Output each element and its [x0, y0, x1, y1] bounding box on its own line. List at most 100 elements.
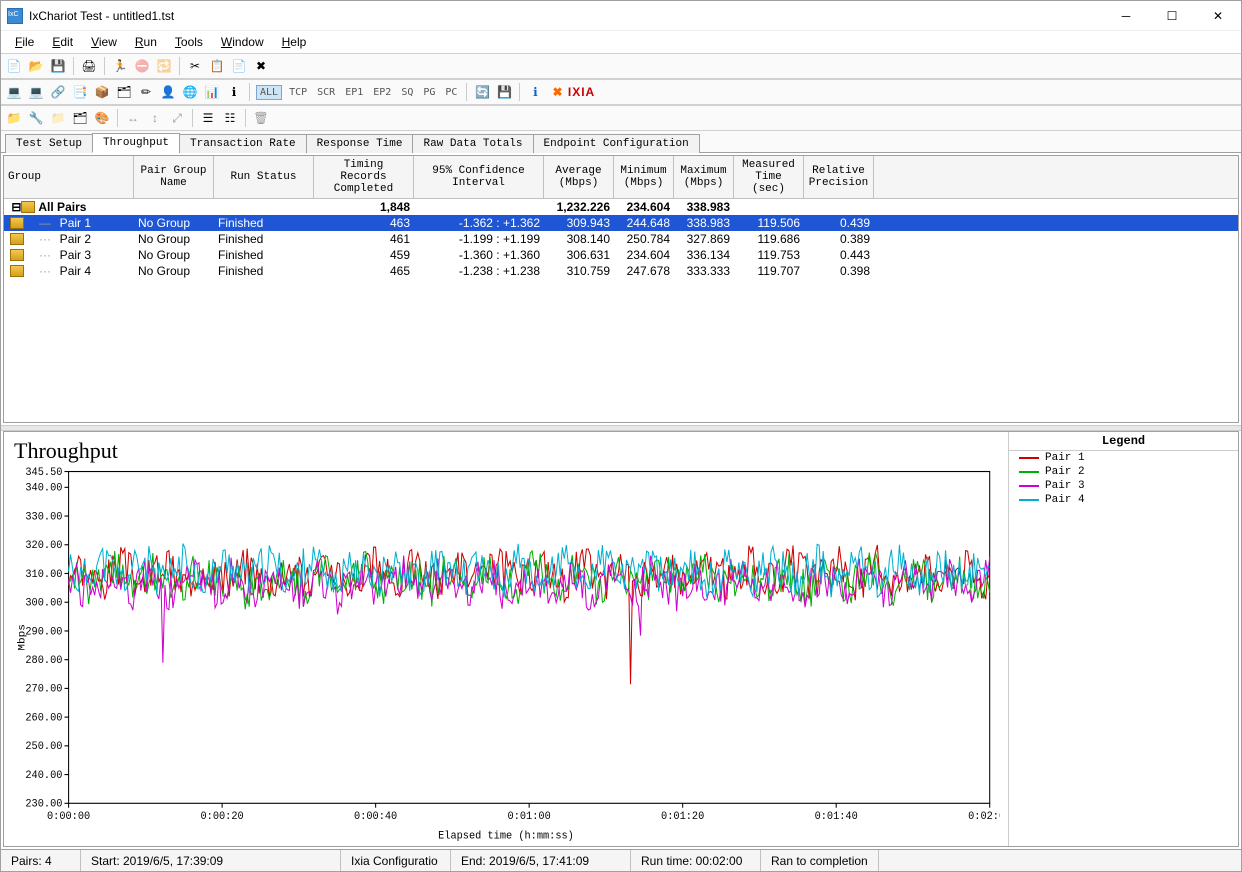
tb3-6-icon[interactable]: ↔: [124, 109, 142, 127]
col-measured-time[interactable]: Measured Time (sec): [734, 156, 804, 198]
close-button[interactable]: ✕: [1195, 1, 1241, 31]
filter-ep1[interactable]: EP1: [342, 86, 366, 99]
menu-window[interactable]: Window: [213, 33, 272, 51]
tb3-2-icon[interactable]: 🔧: [27, 109, 45, 127]
menu-view[interactable]: View: [83, 33, 125, 51]
content-tabs: Test Setup Throughput Transaction Rate R…: [1, 131, 1241, 153]
col-confidence[interactable]: 95% Confidence Interval: [414, 156, 544, 198]
menu-file[interactable]: File: [7, 33, 42, 51]
col-average[interactable]: Average (Mbps): [544, 156, 614, 198]
menu-run[interactable]: Run: [127, 33, 165, 51]
stop-icon[interactable]: ⛔: [133, 57, 151, 75]
table-row[interactable]: ··· Pair 3No GroupFinished459-1.360 : +1…: [4, 247, 1238, 263]
info-icon[interactable]: ℹ: [225, 83, 243, 101]
chart-title: Throughput: [14, 438, 1000, 464]
cut-icon[interactable]: ✂: [186, 57, 204, 75]
refresh-icon[interactable]: 🔄: [473, 83, 491, 101]
col-group[interactable]: Group: [4, 156, 134, 198]
grid-body[interactable]: ⊟ All Pairs1,8481,232.226234.604338.983 …: [4, 199, 1238, 422]
delete-icon[interactable]: ✖: [252, 57, 270, 75]
tb3-9-icon[interactable]: ☰: [199, 109, 217, 127]
copy-icon[interactable]: 📋: [208, 57, 226, 75]
user-icon[interactable]: 👤: [159, 83, 177, 101]
tb3-3-icon[interactable]: 📁: [49, 109, 67, 127]
tab-response-time[interactable]: Response Time: [306, 134, 414, 153]
svg-text:0:01:00: 0:01:00: [508, 810, 551, 822]
legend-panel: Legend Pair 1Pair 2Pair 3Pair 4: [1008, 432, 1238, 846]
legend-item[interactable]: Pair 3: [1009, 479, 1238, 493]
menu-edit[interactable]: Edit: [44, 33, 81, 51]
svg-text:310.00: 310.00: [25, 569, 62, 581]
table-row[interactable]: ··· Pair 2No GroupFinished461-1.199 : +1…: [4, 231, 1238, 247]
tb3-11-icon[interactable]: 🗑: [252, 109, 270, 127]
multi-icon[interactable]: 🗂: [115, 83, 133, 101]
help-icon[interactable]: ℹ: [526, 83, 544, 101]
tab-endpoint-config[interactable]: Endpoint Configuration: [533, 134, 700, 153]
new-icon[interactable]: 📄: [5, 57, 23, 75]
tb3-7-icon[interactable]: ↕: [146, 109, 164, 127]
script-icon[interactable]: 📑: [71, 83, 89, 101]
tab-transaction-rate[interactable]: Transaction Rate: [179, 134, 307, 153]
paste-icon[interactable]: 📄: [230, 57, 248, 75]
svg-text:0:00:00: 0:00:00: [47, 810, 90, 822]
menu-tools[interactable]: Tools: [167, 33, 211, 51]
col-timing-records[interactable]: Timing Records Completed: [314, 156, 414, 198]
tb3-4-icon[interactable]: 🗂: [71, 109, 89, 127]
app-icon: [7, 8, 23, 24]
throughput-chart[interactable]: 230.00240.00250.00260.00270.00280.00290.…: [12, 466, 1000, 842]
net-icon[interactable]: 🌐: [181, 83, 199, 101]
col-maximum[interactable]: Maximum (Mbps): [674, 156, 734, 198]
svg-text:Elapsed time (h:mm:ss): Elapsed time (h:mm:ss): [438, 830, 574, 842]
svg-text:330.00: 330.00: [25, 511, 62, 523]
filter-pg[interactable]: PG: [420, 86, 438, 99]
open-icon[interactable]: 📂: [27, 57, 45, 75]
table-row[interactable]: — Pair 1No GroupFinished463-1.362 : +1.3…: [4, 215, 1238, 231]
menubar: File Edit View Run Tools Window Help: [1, 31, 1241, 53]
endpoint1-icon[interactable]: 💻: [5, 83, 23, 101]
tb3-5-icon[interactable]: 🎨: [93, 109, 111, 127]
legend-item[interactable]: Pair 1: [1009, 451, 1238, 465]
grid-header: Group Pair Group Name Run Status Timing …: [4, 156, 1238, 199]
run-icon[interactable]: 🏃: [111, 57, 129, 75]
results-grid: Group Pair Group Name Run Status Timing …: [3, 155, 1239, 423]
titlebar: IxChariot Test - untitled1.tst ─ ☐ ✕: [1, 1, 1241, 31]
col-minimum[interactable]: Minimum (Mbps): [614, 156, 674, 198]
loop-icon[interactable]: 🔁: [155, 57, 173, 75]
pair-icon[interactable]: 🔗: [49, 83, 67, 101]
tb3-1-icon[interactable]: 📁: [5, 109, 23, 127]
tab-test-setup[interactable]: Test Setup: [5, 134, 93, 153]
menu-help[interactable]: Help: [274, 33, 315, 51]
tab-throughput[interactable]: Throughput: [92, 133, 180, 153]
status-start: Start: 2019/6/5, 17:39:09: [81, 850, 341, 871]
filter-ep2[interactable]: EP2: [370, 86, 394, 99]
tab-raw-data[interactable]: Raw Data Totals: [412, 134, 533, 153]
legend-item[interactable]: Pair 4: [1009, 493, 1238, 507]
col-relative-precision[interactable]: Relative Precision: [804, 156, 874, 198]
col-pair-group-name[interactable]: Pair Group Name: [134, 156, 214, 198]
group-icon[interactable]: 📦: [93, 83, 111, 101]
endpoint2-icon[interactable]: 💻: [27, 83, 45, 101]
status-config: Ixia Configuratio: [341, 850, 451, 871]
status-pairs: Pairs: 4: [1, 850, 81, 871]
col-run-status[interactable]: Run Status: [214, 156, 314, 198]
filter-scr[interactable]: SCR: [314, 86, 338, 99]
filter-sq[interactable]: SQ: [398, 86, 416, 99]
print-icon[interactable]: 🖨: [80, 57, 98, 75]
toolbar-layout: 📁 🔧 📁 🗂 🎨 ↔ ↕ ⤢ ☰ ☷ 🗑: [1, 105, 1241, 131]
filter-tcp[interactable]: TCP: [286, 86, 310, 99]
minimize-button[interactable]: ─: [1103, 1, 1149, 31]
filter-pc[interactable]: PC: [442, 86, 460, 99]
chart-icon[interactable]: 📊: [203, 83, 221, 101]
legend-item[interactable]: Pair 2: [1009, 465, 1238, 479]
maximize-button[interactable]: ☐: [1149, 1, 1195, 31]
save2-icon[interactable]: 💾: [495, 83, 513, 101]
filter-all[interactable]: ALL: [256, 85, 282, 100]
toolbar-main: 📄 📂 💾 🖨 🏃 ⛔ 🔁 ✂ 📋 📄 ✖: [1, 53, 1241, 79]
tb3-10-icon[interactable]: ☷: [221, 109, 239, 127]
edit-pair-icon[interactable]: ✏: [137, 83, 155, 101]
status-result: Ran to completion: [761, 850, 879, 871]
tb3-8-icon[interactable]: ⤢: [168, 109, 186, 127]
table-row[interactable]: ··· Pair 4No GroupFinished465-1.238 : +1…: [4, 263, 1238, 279]
row-all-pairs[interactable]: ⊟ All Pairs1,8481,232.226234.604338.983: [4, 199, 1238, 215]
save-icon[interactable]: 💾: [49, 57, 67, 75]
